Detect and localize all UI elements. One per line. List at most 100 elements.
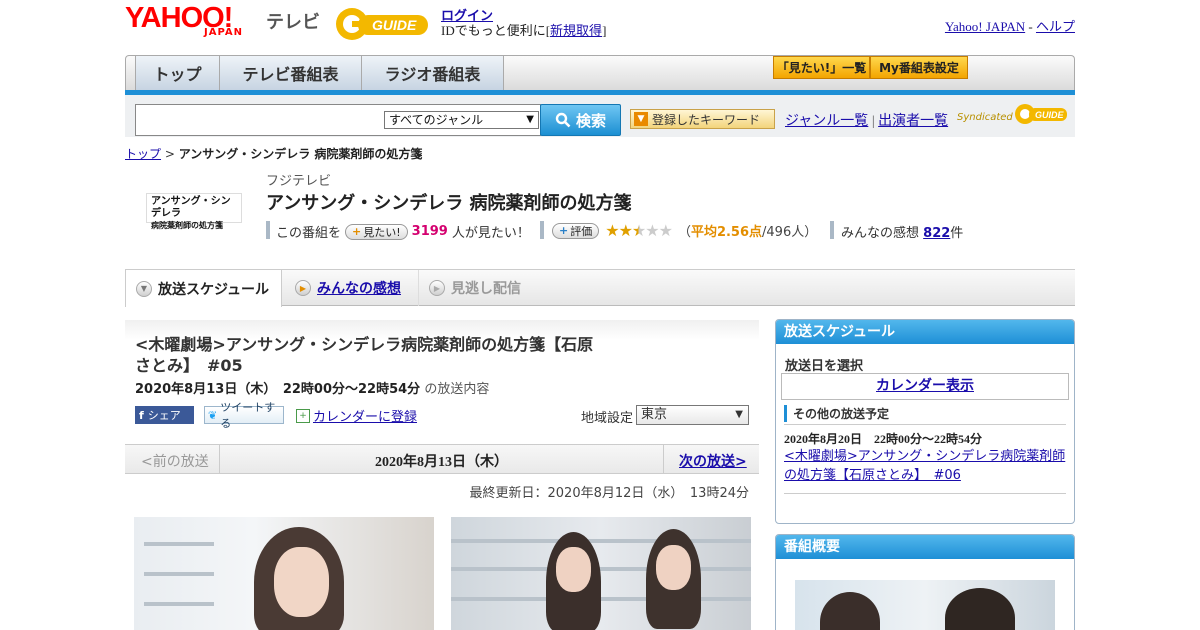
star-empty-icon: ★ (658, 221, 673, 240)
divider (784, 493, 1066, 494)
calendar-icon: + (296, 408, 310, 423)
play-icon: ▶ (295, 280, 311, 296)
region-select[interactable]: 東京 ▼ (636, 405, 749, 425)
thumb-line-2: 病院薬剤師の処方箋 (151, 221, 223, 230)
register-link[interactable]: 新規取得 (550, 23, 602, 38)
syndicated-gguide-logo: GUIDE (1015, 104, 1067, 124)
id-promo-text: IDでもっと便利に[ (441, 23, 551, 38)
divider (784, 424, 1066, 425)
id-promo: IDでもっと便利に[新規取得] (441, 20, 606, 39)
other-broadcast-date: 2020年8月20日 22時00分～22時54分 (784, 432, 983, 446)
nav-tab-top[interactable]: トップ (135, 56, 220, 90)
program-summary-title: 番組概要 (776, 535, 1074, 559)
tab-reviews[interactable]: ▶ みんなの感想 (285, 270, 417, 306)
episode-airtime-value: 2020年8月13日（木） 22時00分～22時54分 (135, 382, 421, 397)
svg-text:GUIDE: GUIDE (1035, 110, 1065, 120)
summary-photo (795, 580, 1055, 630)
tv-service-label[interactable]: テレビ (266, 8, 320, 34)
reviews-count-link[interactable]: 822 (923, 226, 950, 241)
star-full-icon: ★ (618, 221, 633, 240)
genre-list-link[interactable]: ジャンル一覧 (785, 114, 868, 129)
genre-select[interactable]: すべてのジャンル ▼ (384, 111, 539, 129)
saved-keywords-label: 登録したキーワード (652, 112, 761, 127)
plus-icon: + (559, 224, 569, 237)
mitai-button[interactable]: + 見たい! (345, 223, 408, 240)
gguide-logo[interactable]: GUIDE (334, 6, 432, 42)
id-promo-close: ] (602, 23, 607, 38)
calendar-register[interactable]: + カレンダーに登録 (296, 406, 417, 425)
tab-reviews-label: みんなの感想 (317, 281, 401, 297)
prev-episode-link[interactable]: <前の放送 (141, 451, 209, 471)
facebook-share-button[interactable]: f シェア (135, 406, 194, 424)
date-select-label: 放送日を選択 (785, 359, 864, 374)
reviews-summary: みんなの感想 822件 (841, 222, 963, 241)
station-name: フジテレビ (266, 174, 332, 189)
syndicated-label: Syndicated (957, 112, 1013, 123)
breadcrumb: トップ > アンサング・シンデレラ 病院薬剤師の処方箋 (125, 145, 422, 162)
twitter-bird-icon: ❦ (208, 408, 218, 422)
search-button-label: 検索 (575, 111, 606, 130)
reviews-label: みんなの感想 (841, 226, 920, 241)
rate-button-label: 評価 (570, 224, 593, 238)
mitai-suffix: 人が見たい！ (451, 226, 530, 241)
tweet-label: ツイートする (220, 401, 276, 430)
mitai-list-button[interactable]: 「見たい!」一覧 (773, 56, 870, 79)
rating-count: /496人） (762, 225, 818, 240)
yahoo-japan-logo-sub: JAPAN (204, 27, 243, 38)
play-icon: ▶ (429, 280, 445, 296)
facebook-icon: f (139, 408, 144, 422)
facebook-share-label: シェア (147, 409, 181, 422)
browse-links: ジャンル一覧 | 出演者一覧 (785, 110, 948, 130)
program-title: アンサング・シンデレラ 病院薬剤師の処方箋 (266, 193, 632, 214)
star-half-icon: ★ (631, 221, 646, 240)
help-link[interactable]: ヘルプ (1036, 19, 1075, 34)
tweet-button[interactable]: ❦ ツイートする (204, 401, 284, 430)
dropdown-arrow-icon: ▼ (735, 409, 743, 420)
nav-tab-radio-guide[interactable]: ラジオ番組表 (362, 56, 504, 90)
thumb-line-1: アンサング・シンデレラ (151, 196, 231, 219)
reviews-suffix: 件 (950, 226, 964, 241)
divider (266, 221, 270, 239)
rating-average: 平均2.56点 (690, 225, 763, 240)
triangle-down-icon: ▼ (634, 112, 648, 126)
link-separator: - (1028, 19, 1033, 34)
genre-select-value: すべてのジャンル (389, 113, 484, 127)
browse-links-divider: | (871, 114, 875, 129)
other-broadcast-link[interactable]: <木曜劇場>アンサング・シンデレラ病院薬剤師の処方箋【石原さとみ】 #06 (784, 447, 1066, 485)
rating-section: + 評価 ★★★★★ （平均2.56点/496人） (552, 221, 817, 240)
search-button[interactable]: 検索 (540, 104, 621, 136)
tab-schedule[interactable]: ▼ 放送スケジュール (125, 270, 282, 307)
mitai-count: 3199 (411, 224, 448, 239)
svg-text:GUIDE: GUIDE (372, 17, 417, 33)
plus-icon: + (352, 225, 362, 238)
region-label: 地域設定 (581, 411, 634, 426)
tab-missed-label: 見逃し配信 (451, 281, 521, 297)
episode-nav-date: 2020年8月13日（木） (375, 455, 508, 470)
star-empty-icon: ★ (645, 221, 659, 240)
episode-photo (134, 517, 434, 630)
episode-airtime: 2020年8月13日（木） 22時00分～22時54分 の放送内容 (135, 378, 489, 397)
chevron-down-icon: ▼ (136, 280, 152, 297)
dropdown-arrow-icon: ▼ (526, 114, 534, 125)
breadcrumb-current: アンサング・シンデレラ 病院薬剤師の処方箋 (178, 147, 423, 161)
performer-list-link[interactable]: 出演者一覧 (878, 114, 948, 129)
yahoo-japan-link[interactable]: Yahoo! JAPAN (945, 19, 1025, 34)
mitai-section: この番組を + 見たい! 3199 人が見たい！ (276, 222, 530, 241)
tab-missed-streaming[interactable]: ▶ 見逃し配信 (418, 270, 558, 306)
calendar-view-button[interactable]: カレンダー表示 (781, 373, 1069, 400)
next-episode-link[interactable]: 次の放送> (679, 451, 747, 471)
mitai-button-label: 見たい! (363, 225, 401, 239)
rating-stars: ★★★★★ (605, 221, 673, 240)
tab-schedule-label: 放送スケジュール (158, 281, 270, 298)
breadcrumb-home[interactable]: トップ (125, 147, 161, 161)
my-guide-settings-button[interactable]: My番組表設定 (870, 56, 968, 79)
rate-button[interactable]: + 評価 (552, 222, 600, 239)
search-icon (555, 112, 571, 128)
calendar-register-link: カレンダーに登録 (313, 409, 418, 424)
star-full-icon: ★ (605, 221, 619, 240)
episode-title: <木曜劇場>アンサング・シンデレラ病院薬剤師の処方箋【石原さとみ】 #05 (135, 335, 594, 375)
top-right-links: Yahoo! JAPAN - ヘルプ (945, 16, 1075, 35)
saved-keywords-button[interactable]: ▼ 登録したキーワード (630, 109, 775, 129)
episode-airtime-suffix: の放送内容 (424, 382, 490, 397)
nav-tab-tv-guide[interactable]: テレビ番組表 (220, 56, 362, 90)
